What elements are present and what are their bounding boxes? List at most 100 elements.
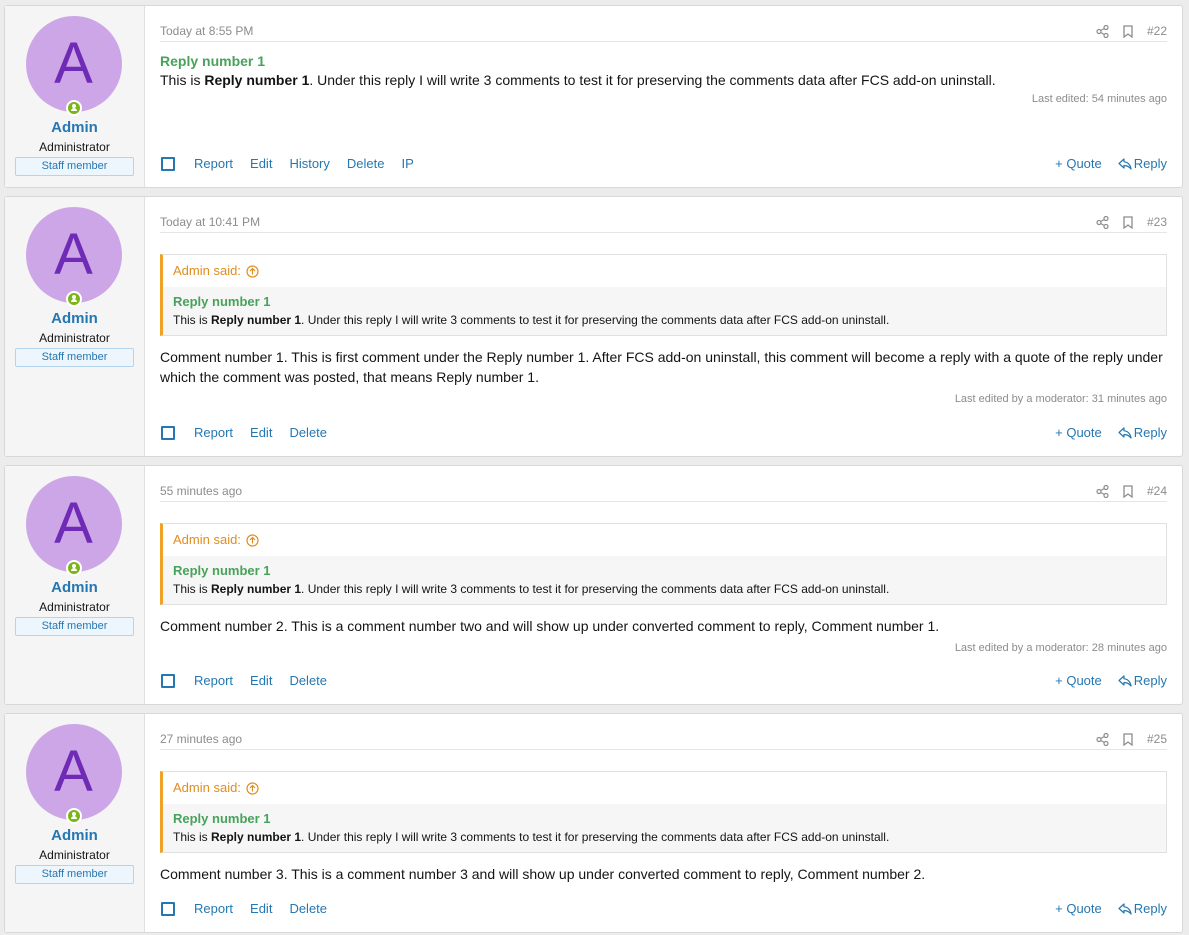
user-title: Administrator	[39, 140, 110, 154]
user-title: Administrator	[39, 600, 110, 614]
reply-button[interactable]: Reply	[1118, 901, 1167, 916]
post-number[interactable]: #23	[1147, 215, 1167, 229]
edit-link[interactable]: Edit	[250, 673, 272, 688]
avatar[interactable]: A	[25, 16, 122, 116]
quote-title: Reply number 1	[173, 294, 271, 309]
post-body: Comment number 3. This is a comment numb…	[160, 866, 926, 882]
quote-author[interactable]: Admin said:	[173, 772, 241, 804]
edit-link[interactable]: Edit	[250, 156, 272, 171]
post-number[interactable]: #22	[1147, 24, 1167, 38]
select-checkbox[interactable]	[161, 901, 175, 916]
history-link[interactable]: History	[289, 156, 329, 171]
quote-text: This is Reply number 1. Under this reply…	[173, 313, 890, 327]
report-link[interactable]: Report	[194, 673, 233, 688]
post-number[interactable]: #25	[1147, 732, 1167, 746]
post-header: 27 minutes ago #25	[160, 714, 1167, 750]
quote-author[interactable]: Admin said:	[173, 524, 241, 556]
user-info: A Admin Administrator Staff member	[5, 714, 145, 932]
last-edited[interactable]: Last edited by a moderator: 28 minutes a…	[160, 642, 1167, 654]
quote-header[interactable]: Admin said:	[163, 255, 1166, 287]
share-icon[interactable]	[1096, 732, 1109, 746]
username[interactable]: Admin	[51, 119, 98, 136]
quote-header[interactable]: Admin said:	[163, 524, 1166, 556]
select-checkbox[interactable]	[161, 425, 175, 440]
quote-block: Admin said: Reply number 1 This is Reply…	[160, 254, 1167, 336]
quote-button[interactable]: + Quote	[1055, 673, 1102, 688]
quote-title: Reply number 1	[173, 563, 271, 578]
post-time[interactable]: 27 minutes ago	[160, 732, 242, 746]
arrow-up-circle-icon[interactable]	[246, 533, 259, 547]
delete-link[interactable]: Delete	[347, 156, 385, 171]
post-number[interactable]: #24	[1147, 484, 1167, 498]
reply-button[interactable]: Reply	[1118, 425, 1167, 440]
ip-link[interactable]: IP	[401, 156, 413, 171]
quote-button[interactable]: + Quote	[1055, 425, 1102, 440]
select-checkbox[interactable]	[161, 673, 175, 688]
report-link[interactable]: Report	[194, 901, 233, 916]
reply-button[interactable]: Reply	[1118, 673, 1167, 688]
post-24: A Admin Administrator Staff member 55 mi…	[4, 465, 1183, 705]
online-status-icon	[65, 808, 82, 824]
select-checkbox[interactable]	[161, 156, 175, 171]
avatar[interactable]: A	[25, 207, 122, 307]
user-info: A Admin Administrator Staff member	[5, 197, 145, 456]
delete-link[interactable]: Delete	[289, 673, 327, 688]
post-time[interactable]: 55 minutes ago	[160, 484, 242, 498]
arrow-up-circle-icon[interactable]	[246, 264, 259, 278]
post-header: Today at 8:55 PM #22	[160, 6, 1167, 42]
post-main: 27 minutes ago #25 Admin said: Reply num…	[145, 714, 1182, 932]
post-23: A Admin Administrator Staff member Today…	[4, 196, 1183, 457]
bookmark-icon[interactable]	[1123, 732, 1133, 746]
post-header: Today at 10:41 PM #23	[160, 197, 1167, 233]
avatar-letter: A	[54, 31, 93, 96]
bookmark-icon[interactable]	[1123, 215, 1133, 229]
post-time[interactable]: Today at 8:55 PM	[160, 24, 253, 38]
quote-body: Reply number 1 This is Reply number 1. U…	[163, 556, 1166, 604]
bookmark-icon[interactable]	[1123, 484, 1133, 498]
post-actions: Report Edit History Delete IP + Quote Re…	[160, 156, 1167, 171]
edit-link[interactable]: Edit	[250, 425, 272, 440]
quote-body: Reply number 1 This is Reply number 1. U…	[163, 287, 1166, 335]
reply-arrow-icon	[1118, 157, 1132, 170]
username[interactable]: Admin	[51, 310, 98, 327]
bookmark-icon[interactable]	[1123, 24, 1133, 38]
reply-button[interactable]: Reply	[1118, 156, 1167, 171]
username[interactable]: Admin	[51, 827, 98, 844]
username[interactable]: Admin	[51, 579, 98, 596]
post-25: A Admin Administrator Staff member 27 mi…	[4, 713, 1183, 933]
share-icon[interactable]	[1096, 24, 1109, 38]
post-main: Today at 10:41 PM #23 Admin said: Reply …	[145, 197, 1182, 456]
share-icon[interactable]	[1096, 484, 1109, 498]
quote-author[interactable]: Admin said:	[173, 255, 241, 287]
avatar-letter: A	[54, 739, 93, 804]
quote-button[interactable]: + Quote	[1055, 901, 1102, 916]
quote-button[interactable]: + Quote	[1055, 156, 1102, 171]
online-status-icon	[65, 291, 82, 307]
delete-link[interactable]: Delete	[289, 425, 327, 440]
share-icon[interactable]	[1096, 215, 1109, 229]
report-link[interactable]: Report	[194, 425, 233, 440]
quote-text: This is Reply number 1. Under this reply…	[173, 830, 890, 844]
user-info: A Admin Administrator Staff member	[5, 6, 145, 187]
user-title: Administrator	[39, 848, 110, 862]
last-edited[interactable]: Last edited: 54 minutes ago	[160, 93, 1167, 105]
avatar[interactable]: A	[25, 724, 122, 824]
avatar[interactable]: A	[25, 476, 122, 576]
post-main: Today at 8:55 PM #22 Reply number 1 This…	[145, 6, 1182, 187]
post-actions: Report Edit Delete + Quote Reply	[160, 673, 1167, 688]
staff-badge: Staff member	[15, 617, 134, 636]
post-main: 55 minutes ago #24 Admin said: Reply num…	[145, 466, 1182, 704]
quote-header[interactable]: Admin said:	[163, 772, 1166, 804]
last-edited[interactable]: Last edited by a moderator: 31 minutes a…	[160, 393, 1167, 405]
edit-link[interactable]: Edit	[250, 901, 272, 916]
report-link[interactable]: Report	[194, 156, 233, 171]
post-body: This is Reply number 1. Under this reply…	[160, 72, 996, 88]
post-actions: Report Edit Delete + Quote Reply	[160, 901, 1167, 916]
reply-arrow-icon	[1118, 902, 1132, 915]
delete-link[interactable]: Delete	[289, 901, 327, 916]
arrow-up-circle-icon[interactable]	[246, 781, 259, 795]
post-time[interactable]: Today at 10:41 PM	[160, 215, 260, 229]
post-body: Comment number 2. This is a comment numb…	[160, 618, 940, 634]
post-actions: Report Edit Delete + Quote Reply	[160, 425, 1167, 440]
staff-badge: Staff member	[15, 348, 134, 367]
